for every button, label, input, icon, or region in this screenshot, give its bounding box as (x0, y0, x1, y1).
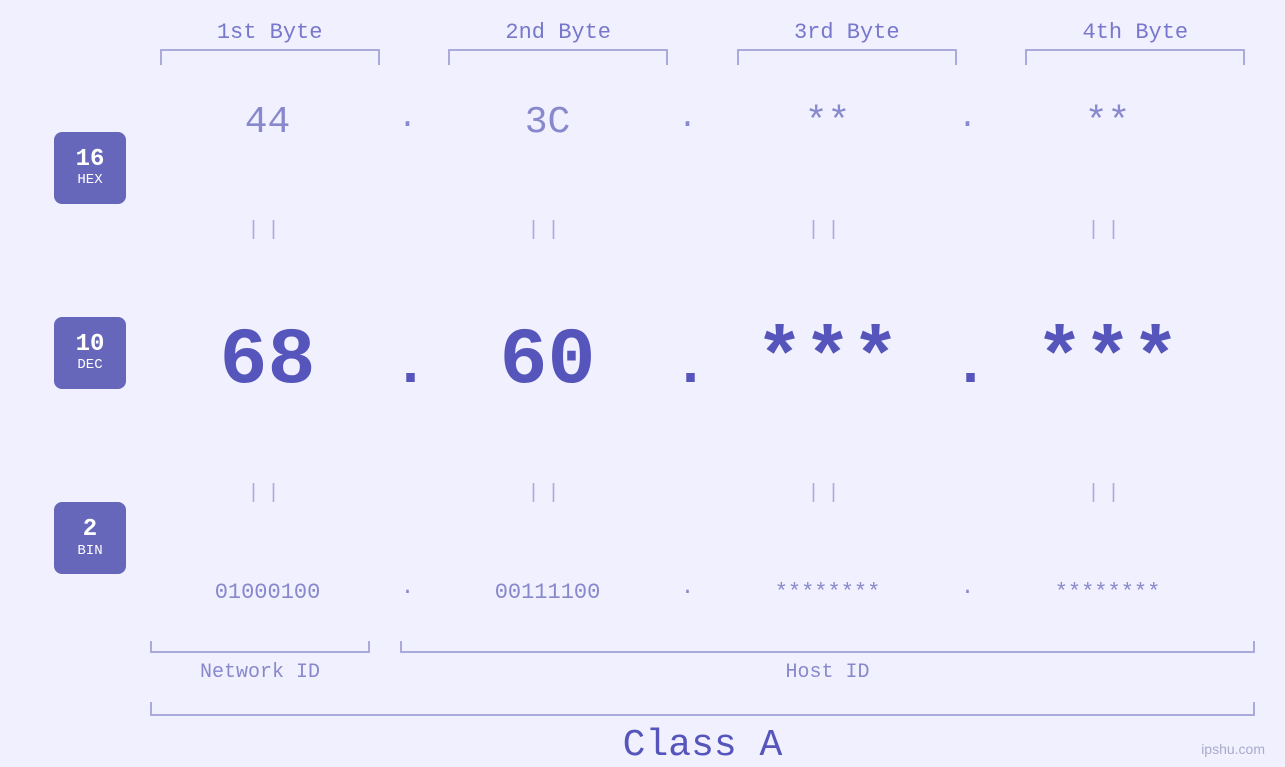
bin-b3: ******** (718, 580, 938, 605)
byte1-header: 1st Byte (160, 20, 380, 45)
top-brackets (0, 49, 1285, 65)
byte3-header: 3rd Byte (737, 20, 957, 45)
bin-b4: ******** (998, 580, 1218, 605)
sep-hex-3: . (953, 99, 983, 136)
main-container: 1st Byte 2nd Byte 3rd Byte 4th Byte 16 H… (0, 0, 1285, 767)
hex-badge: 16 HEX (54, 132, 126, 204)
pipe-row-1: || || || || (150, 215, 1255, 245)
bottom-brackets-row (150, 641, 1255, 653)
bin-row: 01000100 . 00111100 . ******** . *******… (150, 580, 1255, 605)
class-bracket (150, 702, 1255, 716)
dec-b3: *** (718, 316, 938, 407)
sep-dec-3: . (953, 333, 983, 401)
bin-badge-label: BIN (77, 544, 102, 559)
sep-bin-3: . (953, 575, 983, 600)
hex-row: 44 . 3C . ** . ** (150, 101, 1255, 144)
values-area: 44 . 3C . ** . ** || || (150, 65, 1285, 641)
bottom-section: Network ID Host ID Class A (0, 641, 1285, 767)
hex-b3: ** (718, 101, 938, 144)
pipe-4: || (998, 219, 1218, 242)
pipe-row-2: || || || || (150, 479, 1255, 509)
hex-b1: 44 (158, 101, 378, 144)
host-bracket (400, 641, 1255, 653)
bracket-b4 (1025, 49, 1245, 65)
hex-badge-label: HEX (77, 173, 102, 188)
content-area: 16 HEX 10 DEC 2 BIN 44 . 3C (0, 65, 1285, 641)
sep-bin-1: . (393, 575, 423, 600)
badges-column: 16 HEX 10 DEC 2 BIN (30, 65, 150, 641)
bin-badge: 2 BIN (54, 502, 126, 574)
bracket-b2 (448, 49, 668, 65)
dec-badge-label: DEC (77, 358, 102, 373)
hex-b2: 3C (438, 101, 658, 144)
byte4-header: 4th Byte (1025, 20, 1245, 45)
dec-row: 68 . 60 . *** . *** (150, 316, 1255, 407)
pipe-6: || (438, 482, 658, 505)
class-label: Class A (150, 724, 1255, 767)
sep-dec-1: . (393, 333, 423, 401)
dec-b4: *** (998, 316, 1218, 407)
pipe-5: || (158, 482, 378, 505)
pipe-1: || (158, 219, 378, 242)
dec-b2: 60 (438, 316, 658, 407)
pipe-2: || (438, 219, 658, 242)
sep-dec-2: . (673, 333, 703, 401)
bin-b1: 01000100 (158, 580, 378, 605)
pipe-8: || (998, 482, 1218, 505)
network-id-label: Network ID (150, 661, 370, 684)
bracket-b1 (160, 49, 380, 65)
dec-b1: 68 (158, 316, 378, 407)
sep-bin-2: . (673, 575, 703, 600)
watermark: ipshu.com (1201, 741, 1265, 757)
hex-b4: ** (998, 101, 1218, 144)
byte-headers: 1st Byte 2nd Byte 3rd Byte 4th Byte (0, 20, 1285, 45)
id-labels-row: Network ID Host ID (150, 661, 1255, 684)
sep-hex-2: . (673, 99, 703, 136)
byte2-header: 2nd Byte (448, 20, 668, 45)
host-id-label: Host ID (400, 661, 1255, 684)
dec-badge: 10 DEC (54, 317, 126, 389)
pipe-7: || (718, 482, 938, 505)
bin-b2: 00111100 (438, 580, 658, 605)
bracket-b3 (737, 49, 957, 65)
sep-hex-1: . (393, 99, 423, 136)
network-bracket (150, 641, 370, 653)
bin-badge-number: 2 (83, 517, 97, 543)
hex-badge-number: 16 (76, 147, 105, 173)
pipe-3: || (718, 219, 938, 242)
dec-badge-number: 10 (76, 332, 105, 358)
